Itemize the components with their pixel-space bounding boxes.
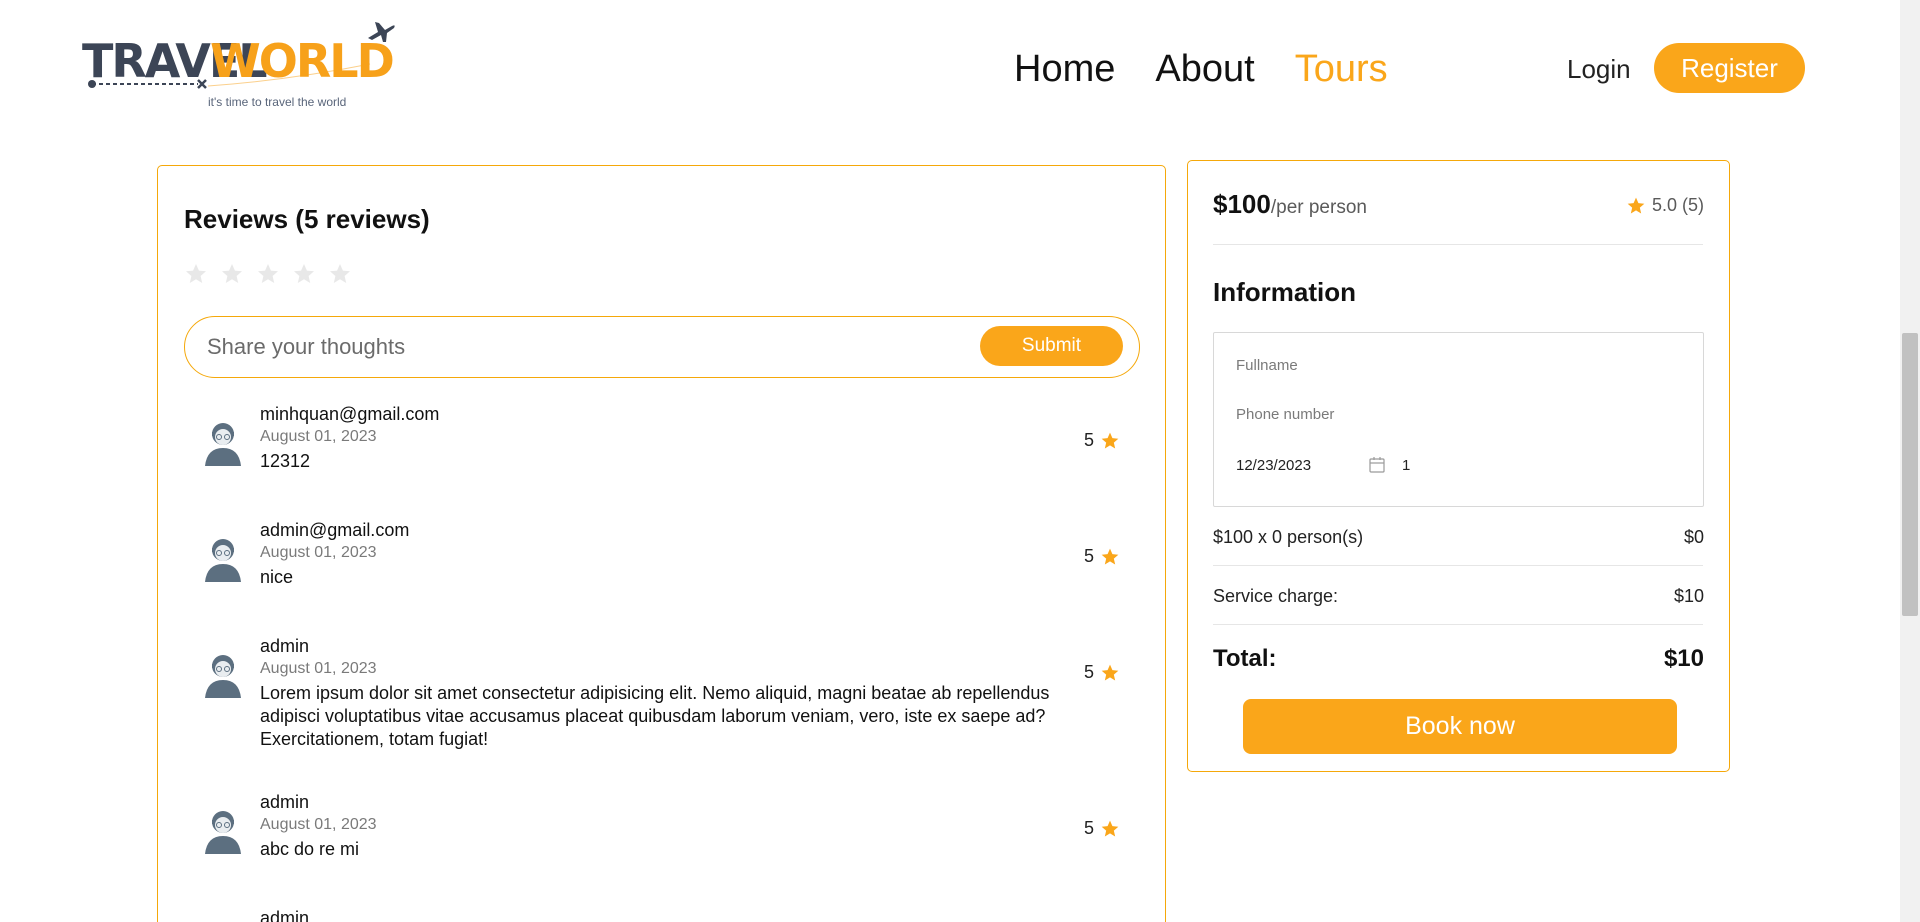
avatar-icon — [205, 811, 241, 854]
review-rating: 5 — [1084, 430, 1120, 451]
total-row: Total: $10 — [1213, 645, 1704, 673]
review-rating-value: 5 — [1083, 546, 1094, 566]
avatar-icon — [205, 655, 241, 698]
review-rating: 5 — [1084, 662, 1120, 683]
review-form: Submit — [184, 316, 1140, 378]
register-button[interactable]: Register — [1654, 43, 1805, 93]
fullname-input[interactable] — [1236, 355, 1676, 375]
review-rating-value: 5 — [1083, 818, 1094, 838]
star-icon — [1627, 197, 1645, 213]
reviews-title: Reviews (5 reviews) — [184, 204, 430, 234]
star-icon — [1101, 432, 1119, 448]
star-icon — [1101, 820, 1119, 836]
nav-tours[interactable]: Tours — [1295, 46, 1388, 92]
price-breakdown-label: $100 x 0 person(s) — [1213, 527, 1364, 547]
login-link[interactable]: Login — [1567, 52, 1631, 86]
review-date: August 01, 2023 — [260, 816, 377, 833]
star-2-icon[interactable] — [220, 262, 244, 286]
review-item: admin August 01, 2023 abc do re mi 5 — [202, 792, 1132, 882]
service-charge-value: $10 — [1673, 586, 1704, 606]
information-title: Information — [1213, 277, 1356, 307]
tour-price: $100/per person — [1213, 189, 1367, 220]
review-date: August 01, 2023 — [260, 428, 377, 445]
booking-form — [1213, 332, 1704, 507]
tour-rating-value: 5.0 (5) — [1651, 195, 1704, 215]
review-rating-value: 5 — [1083, 430, 1094, 450]
review-item: admin@gmail.com August 01, 2023 nice 5 — [202, 520, 1132, 610]
review-rating-value: 5 — [1083, 662, 1094, 682]
divider — [1213, 244, 1703, 245]
calendar-icon[interactable] — [1368, 456, 1386, 474]
review-user: admin — [260, 636, 310, 656]
review-date: August 01, 2023 — [260, 660, 377, 677]
review-user: admin@gmail.com — [260, 520, 410, 540]
tour-rating: 5.0 (5) — [1626, 195, 1704, 216]
price-breakdown-value: $0 — [1683, 527, 1704, 547]
booking-panel: $100/per person 5.0 (5) Information $100… — [1187, 160, 1730, 772]
price-value: $100 — [1213, 189, 1271, 219]
reviews-section: Reviews (5 reviews) Submit minhquan@gmai… — [157, 165, 1166, 922]
review-text: nice — [260, 567, 294, 587]
per-person-label: /per person — [1270, 197, 1367, 218]
star-4-icon[interactable] — [292, 262, 316, 286]
review-input[interactable] — [207, 327, 967, 367]
review-date: August 01, 2023 — [260, 544, 377, 561]
review-item: admin — [202, 908, 1132, 922]
review-text: 12312 — [260, 451, 311, 471]
review-user: admin — [260, 792, 310, 812]
service-charge-row: Service charge: $10 — [1213, 586, 1704, 607]
star-3-icon[interactable] — [256, 262, 280, 286]
divider — [1213, 624, 1703, 625]
phone-input[interactable] — [1236, 404, 1676, 424]
avatar-icon — [205, 423, 241, 466]
date-input[interactable] — [1236, 455, 1356, 475]
travel-world-logo[interactable]: TRAVEL WORLD it's time to travel the wor… — [80, 18, 400, 113]
submit-review-button[interactable]: Submit — [980, 326, 1123, 366]
nav-home[interactable]: Home — [1014, 46, 1115, 92]
review-text: Lorem ipsum dolor sit amet consectetur a… — [260, 683, 1050, 749]
guest-count-input[interactable] — [1402, 455, 1462, 475]
plane-icon — [368, 22, 395, 42]
service-charge-label: Service charge: — [1213, 586, 1339, 606]
book-now-button[interactable]: Book now — [1243, 699, 1677, 754]
star-icon — [1101, 548, 1119, 564]
price-breakdown-row: $100 x 0 person(s) $0 — [1213, 527, 1704, 548]
rating-input — [184, 262, 352, 286]
page-scrollbar[interactable] — [1900, 0, 1920, 922]
avatar-icon — [205, 539, 241, 582]
review-rating: 5 — [1084, 546, 1120, 567]
review-item: admin August 01, 2023 Lorem ipsum dolor … — [202, 636, 1132, 756]
total-label: Total: — [1213, 645, 1277, 672]
nav-about[interactable]: About — [1155, 46, 1254, 92]
total-value: $10 — [1663, 645, 1704, 672]
star-icon — [1101, 664, 1119, 680]
site-header: TRAVEL WORLD it's time to travel the wor… — [0, 0, 1900, 140]
divider — [1213, 565, 1703, 566]
main-nav: Home About Tours — [1014, 46, 1388, 92]
scrollbar-thumb[interactable] — [1902, 333, 1918, 616]
review-rating: 5 — [1084, 818, 1120, 839]
logo-tagline: it's time to travel the world — [208, 95, 347, 109]
star-1-icon[interactable] — [184, 262, 208, 286]
review-item: minhquan@gmail.com August 01, 2023 12312… — [202, 404, 1132, 494]
review-text: abc do re mi — [260, 839, 360, 859]
review-user: minhquan@gmail.com — [260, 404, 440, 424]
star-5-icon[interactable] — [328, 262, 352, 286]
review-user: admin — [260, 908, 310, 922]
